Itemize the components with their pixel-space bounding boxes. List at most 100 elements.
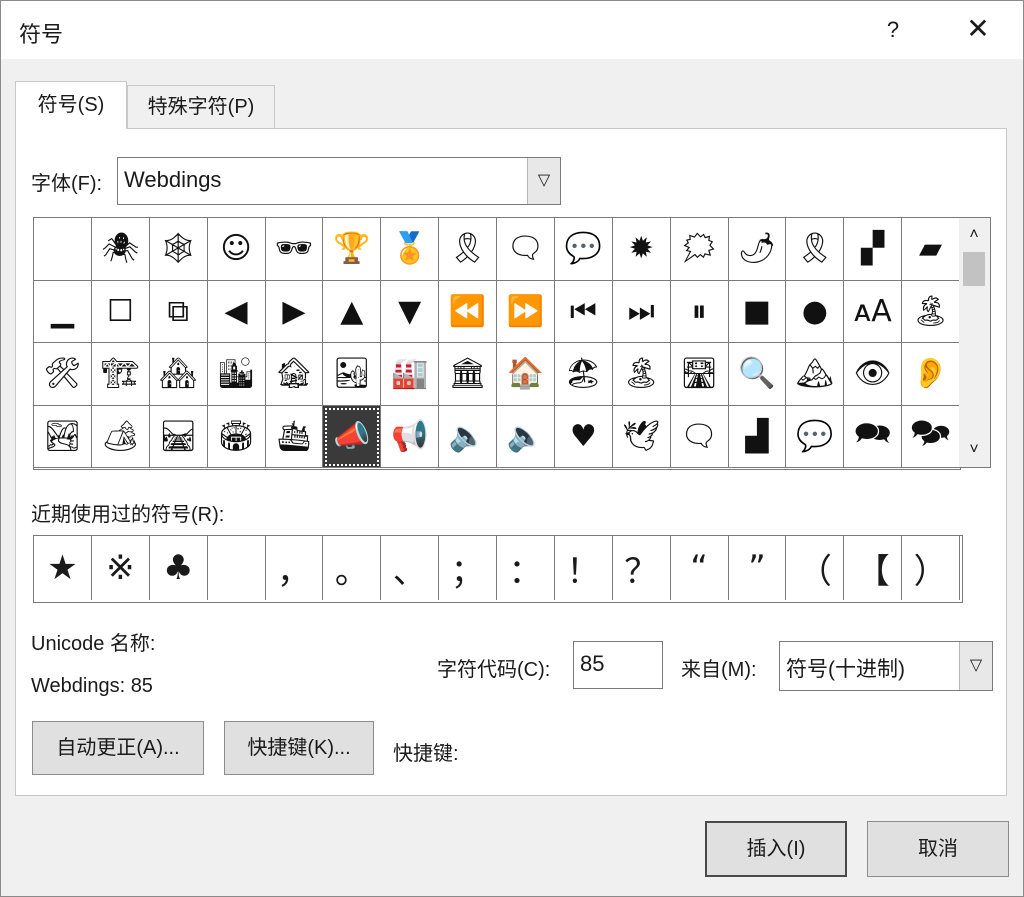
symbol-cell[interactable]: 👂	[902, 343, 960, 406]
symbol-cell[interactable]: 🕷	[91, 218, 150, 281]
symbol-cell[interactable]: ■	[728, 280, 787, 343]
chevron-down-icon[interactable]: ▽	[527, 158, 560, 204]
autocorrect-button[interactable]: 自动更正(A)...	[32, 721, 204, 775]
recent-symbols-grid[interactable]: ★ ※ ♣ ，。、；：！？ “” （【）	[33, 535, 963, 603]
symbol-cell[interactable]: 🏙	[207, 343, 266, 406]
symbol-cell[interactable]: 🕶	[265, 218, 324, 281]
symbol-cell[interactable]: ☐	[91, 280, 150, 343]
symbol-cell[interactable]: ▰	[902, 218, 960, 281]
shortcut-key-label: 快捷键:	[393, 743, 459, 765]
recent-symbol-cell[interactable]: ♣	[150, 536, 208, 600]
scroll-thumb[interactable]	[963, 252, 985, 286]
tab-symbols[interactable]: 符号(S)	[15, 81, 127, 129]
symbol-cell[interactable]: 🗫	[902, 405, 960, 468]
from-select[interactable]: 符号(十进制) ▽	[779, 641, 993, 691]
scroll-up-icon[interactable]: ˄	[959, 220, 989, 250]
symbol-cell[interactable]: 🏚	[265, 343, 324, 406]
insert-button[interactable]: 插入(I)	[705, 821, 847, 877]
help-button[interactable]: ?	[873, 11, 913, 49]
symbol-cell[interactable]: ⏸	[670, 280, 729, 343]
symbol-cell[interactable]: 🛠	[34, 343, 92, 406]
symbol-cell[interactable]: 📣	[323, 405, 382, 468]
symbol-cell[interactable]	[34, 218, 92, 281]
symbol-cell[interactable]: 🏔	[786, 343, 845, 406]
recent-symbol-cell[interactable]: ！	[555, 536, 613, 600]
recent-symbol-cell[interactable]: ）	[902, 536, 960, 600]
symbol-cell[interactable]: 🔈	[439, 405, 497, 468]
symbol-cell[interactable]: ⧉	[149, 280, 208, 343]
cancel-button[interactable]: 取消	[867, 821, 1009, 877]
symbol-cell[interactable]: 🛤	[149, 405, 208, 468]
symbol-cell[interactable]: 💬	[786, 405, 845, 468]
symbol-cell[interactable]: ☺	[207, 218, 266, 281]
symbol-cell[interactable]: 🔍	[728, 343, 787, 406]
symbol-cell[interactable]: 🎗	[439, 218, 497, 281]
tab-special-characters[interactable]: 特殊字符(P)	[127, 85, 275, 128]
recent-symbol-cell[interactable]: ；	[439, 536, 497, 600]
symbol-cell[interactable]: 🏭	[381, 343, 440, 406]
symbol-cell[interactable]: 💬	[554, 218, 613, 281]
symbol-cell[interactable]: 🏗	[91, 343, 150, 406]
symbol-cell[interactable]: ⏭	[612, 280, 671, 343]
recent-symbol-cell[interactable]	[208, 536, 266, 600]
symbol-cell[interactable]: 🏝	[612, 343, 671, 406]
recent-symbol-cell[interactable]: ？	[613, 536, 671, 600]
symbol-cell[interactable]: ⏪	[439, 280, 497, 343]
symbol-cell[interactable]: ⏩	[497, 280, 555, 343]
symbol-cell[interactable]: 🗨	[670, 405, 729, 468]
symbol-cell[interactable]: 🏛	[439, 343, 497, 406]
symbol-cell[interactable]: 🗯	[670, 218, 729, 281]
symbol-cell[interactable]: 🗪	[844, 405, 903, 468]
chevron-down-icon[interactable]: ▽	[959, 642, 992, 690]
scroll-down-icon[interactable]: ˅	[959, 435, 989, 465]
symbol-cell[interactable]: ♥	[554, 405, 613, 468]
recent-symbol-cell[interactable]: ”	[729, 536, 787, 600]
recent-symbol-cell[interactable]: （	[786, 536, 845, 600]
symbol-cell[interactable]: 🗨	[497, 218, 555, 281]
recent-symbol-cell[interactable]: ，	[266, 536, 324, 600]
symbol-cell[interactable]: 🔈	[497, 405, 555, 468]
close-button[interactable]: ✕	[956, 11, 1000, 49]
symbol-cell[interactable]: 🏆	[323, 218, 382, 281]
recent-symbol-cell[interactable]: 【	[844, 536, 903, 600]
symbol-cell[interactable]: ᴀA	[844, 280, 903, 343]
symbol-cell[interactable]: 🏞	[34, 405, 92, 468]
symbol-cell[interactable]: 🏕	[91, 405, 150, 468]
grid-scrollbar[interactable]: ˄ ˅	[959, 217, 991, 468]
symbol-cell[interactable]: ◀	[207, 280, 266, 343]
symbol-cell[interactable]: 📢	[381, 405, 440, 468]
symbol-cell[interactable]: 🏘	[149, 343, 208, 406]
symbol-cell[interactable]: ▲	[323, 280, 382, 343]
symbol-cell[interactable]: ▟	[728, 405, 787, 468]
recent-symbol-cell[interactable]: ※	[92, 536, 150, 600]
symbol-cell[interactable]: 🌶	[728, 218, 787, 281]
symbol-cell[interactable]: 🎗	[786, 218, 845, 281]
recent-symbol-cell[interactable]: 、	[381, 536, 440, 600]
symbol-cell[interactable]: ▶	[265, 280, 324, 343]
recent-symbol-cell[interactable]: ：	[497, 536, 555, 600]
symbol-cell[interactable]: ▞	[844, 218, 903, 281]
symbol-cell[interactable]: ▼	[381, 280, 440, 343]
symbol-cell[interactable]: 🛳	[265, 405, 324, 468]
symbol-cell[interactable]: 🏖	[554, 343, 613, 406]
shortcut-key-button[interactable]: 快捷键(K)...	[224, 721, 374, 775]
symbol-cell[interactable]: ▁	[34, 280, 92, 343]
symbol-grid[interactable]: 🕷 🕸 ☺ 🕶 🏆 🏅 🎗 🗨 💬 ✹ 🗯 🌶 🎗 ▞ ▰ ▁ ☐ ⧉ ◀ ▶ ▲ ▼ ⏪ ⏩ ⏮ ⏭ ⏸ ■ ● ᴀA 🏝 🛠 🏗 🏘 🏙 🏚 🏜 🏭 🏛…	[33, 217, 961, 470]
symbol-cell[interactable]: 🏅	[381, 218, 440, 281]
symbol-cell[interactable]: 🏝	[902, 280, 960, 343]
char-code-input[interactable]: 85	[573, 641, 663, 689]
recent-symbol-cell[interactable]: “	[671, 536, 729, 600]
symbol-cell[interactable]: ●	[786, 280, 845, 343]
symbol-cell[interactable]: 🕸	[149, 218, 208, 281]
symbol-cell[interactable]: ✹	[612, 218, 671, 281]
symbol-cell[interactable]: 🛣	[670, 343, 729, 406]
font-select[interactable]: Webdings ▽	[117, 157, 561, 205]
symbol-cell[interactable]: 👁	[844, 343, 903, 406]
symbol-cell[interactable]: 🏟	[207, 405, 266, 468]
symbol-cell[interactable]: 🏜	[323, 343, 382, 406]
recent-symbol-cell[interactable]: 。	[323, 536, 382, 600]
symbol-cell[interactable]: 🏠	[497, 343, 555, 406]
symbol-cell[interactable]: 🕊	[612, 405, 671, 468]
recent-symbol-cell[interactable]: ★	[34, 536, 92, 600]
symbol-cell[interactable]: ⏮	[554, 280, 613, 343]
